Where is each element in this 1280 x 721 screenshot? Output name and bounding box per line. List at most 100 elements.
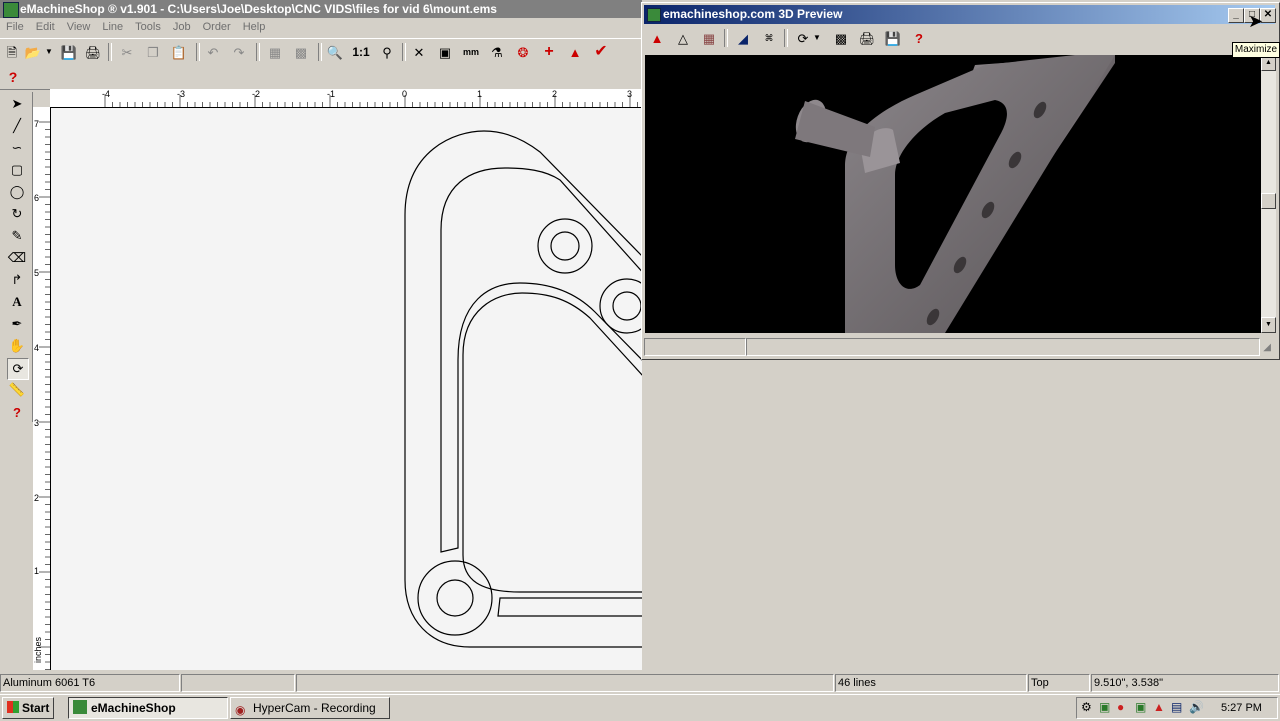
copy-icon[interactable]: ❐ (144, 43, 162, 61)
part-pocket[interactable] (462, 292, 642, 593)
rotate-dropdown-icon[interactable]: ▼ (812, 29, 822, 47)
open-dropdown-icon[interactable]: ▼ (44, 43, 54, 61)
preview-status-pane (746, 338, 1260, 356)
assembly-icon[interactable]: ▦ (700, 29, 718, 47)
text-icon[interactable]: A (7, 292, 27, 312)
resize-grip-icon[interactable]: ◢ (1263, 342, 1271, 353)
pen-icon[interactable]: ✒ (7, 314, 27, 334)
3d-viewport[interactable] (645, 55, 1261, 333)
paste-icon[interactable]: 📋 (170, 43, 188, 61)
preview-help-icon[interactable]: ? (910, 29, 928, 47)
line-icon[interactable]: ╱ (7, 116, 27, 136)
hand-icon[interactable]: ✋ (7, 336, 27, 356)
zoom-fit-icon[interactable]: 🔍 (326, 43, 344, 61)
preview-print-icon[interactable]: 🖨 (858, 29, 876, 47)
ruler-top: -4 -3 -2 -1 0 1 2 3 (50, 89, 642, 108)
ruler-label: -2 (252, 89, 261, 99)
menu-job[interactable]: Job (167, 18, 197, 37)
undo-icon[interactable]: ↶ (204, 43, 222, 61)
hole-outer[interactable] (599, 278, 642, 334)
properties-icon[interactable]: ▣ (436, 43, 454, 61)
save-icon[interactable]: 💾 (60, 43, 78, 61)
redo-icon[interactable]: ↷ (230, 43, 248, 61)
scroll-thumb[interactable] (1261, 193, 1276, 209)
menu-edit[interactable]: Edit (30, 18, 61, 37)
tray-icon[interactable]: ▣ (1135, 700, 1146, 714)
group-icon[interactable]: ▦ (266, 43, 284, 61)
delete-icon[interactable]: ✕ (410, 43, 428, 61)
print-icon[interactable]: 🖨 (84, 43, 102, 61)
tray-icon[interactable]: ▲ (1153, 700, 1165, 714)
tray-icon[interactable]: ● (1117, 700, 1124, 714)
brush-icon[interactable]: ✎ (7, 226, 27, 246)
hole-outer[interactable] (537, 218, 593, 274)
task-button-emachineshop[interactable]: eMachineShop (68, 697, 228, 719)
rotate-view-icon[interactable]: ⟳ (794, 29, 812, 47)
preview-window[interactable]: emachineshop.com 3D Preview _ □ ✕ ▲ △ ▦ … (641, 2, 1280, 360)
volume-icon[interactable]: 🔊 (1189, 700, 1204, 714)
task-button-hypercam[interactable]: ◉ HyperCam - Recording (230, 697, 390, 719)
ruler-label: 7 (34, 119, 40, 129)
color-icon[interactable]: ◢ (734, 29, 752, 47)
menu-help[interactable]: Help (237, 18, 272, 37)
preview-scrollbar[interactable]: ▲ ▼ (1261, 55, 1276, 333)
drawing-canvas[interactable] (51, 108, 642, 670)
hole-inner[interactable] (612, 291, 642, 321)
toolbar-separator (784, 29, 788, 47)
maximize-tooltip: Maximize (1232, 42, 1280, 58)
main-title-bar[interactable]: eMachineShop ® v1.901 - C:\Users\Joe\Des… (0, 0, 642, 18)
check-interference-icon[interactable]: ❂ (514, 43, 532, 61)
new-file-icon[interactable]: 🗎 (3, 43, 21, 61)
zoom-actual-icon[interactable]: 1:1 (352, 43, 370, 61)
background-icon[interactable]: ▩ (832, 29, 850, 47)
select-arrow-icon[interactable]: ➤ (7, 94, 27, 114)
fillet-icon[interactable]: ↱ (7, 270, 27, 290)
tray-icon[interactable]: ⚙ (1081, 700, 1092, 714)
ungroup-icon[interactable]: ▩ (292, 43, 310, 61)
part-inner-rim[interactable] (440, 167, 642, 617)
menu-order[interactable]: Order (197, 18, 237, 37)
rotate-icon[interactable]: ⟳ (7, 358, 29, 380)
check-design-icon[interactable]: ✔ (592, 43, 610, 61)
line-count-status: 46 lines (835, 674, 1027, 692)
menu-view[interactable]: View (61, 18, 97, 37)
ruler-label: 2 (34, 493, 40, 503)
wireframe-icon[interactable]: △ (674, 29, 692, 47)
cut-icon[interactable]: ✂ (118, 43, 136, 61)
ruler-label: 3 (627, 89, 633, 99)
open-file-icon[interactable]: 📂 (24, 43, 42, 61)
solid-view-icon[interactable]: ▲ (648, 29, 666, 47)
preview-save-icon[interactable]: 💾 (884, 29, 902, 47)
3d-view-icon[interactable]: ▲ (566, 43, 584, 61)
help-icon[interactable]: ? (4, 68, 22, 86)
measure-icon[interactable]: ⚗ (488, 43, 506, 61)
arc-icon[interactable]: ↻ (7, 204, 27, 224)
measure-tool-icon[interactable]: 📏 (7, 380, 27, 400)
corner-boss-inner[interactable] (436, 579, 474, 617)
view-status: Top (1028, 674, 1090, 692)
origin-icon[interactable]: + (540, 43, 558, 61)
menu-tools[interactable]: Tools (129, 18, 167, 37)
scroll-down-icon[interactable]: ▼ (1261, 317, 1276, 333)
rectangle-icon[interactable]: ▢ (7, 160, 27, 180)
eraser-icon[interactable]: ⌫ (7, 248, 27, 268)
minimize-button[interactable]: _ (1228, 8, 1244, 23)
hypercam-task-icon: ◉ (235, 703, 246, 717)
menu-line[interactable]: Line (96, 18, 129, 37)
preview-title-bar[interactable]: emachineshop.com 3D Preview _ □ ✕ (644, 5, 1276, 24)
spline-icon[interactable]: ∽ (7, 138, 27, 158)
circle-icon[interactable]: ◯ (7, 182, 27, 202)
hole-inner[interactable] (550, 231, 580, 261)
network-icon[interactable]: ▤ (1171, 700, 1182, 714)
main-toolbar: 🗎 📂 ▼ 💾 🖨 ✂ ❐ 📋 ↶ ↷ ▦ ▩ 🔍 1:1 ⚲ ✕ ▣ mm ⚗… (0, 38, 642, 66)
start-button[interactable]: Start (2, 697, 54, 719)
zoom-icon[interactable]: ⚲ (378, 43, 396, 61)
corner-boss-outer[interactable] (417, 560, 493, 636)
tray-icon[interactable]: ▣ (1099, 700, 1110, 714)
clock[interactable]: 5:27 PM (1221, 698, 1262, 718)
help-tool-icon[interactable]: ? (7, 402, 27, 422)
dimension-icon[interactable]: mm (462, 43, 480, 61)
menu-file[interactable]: File (0, 18, 30, 37)
axes-icon[interactable]: ⌘ (760, 29, 778, 47)
taskbar: Start eMachineShop ◉ HyperCam - Recording… (0, 694, 1280, 721)
